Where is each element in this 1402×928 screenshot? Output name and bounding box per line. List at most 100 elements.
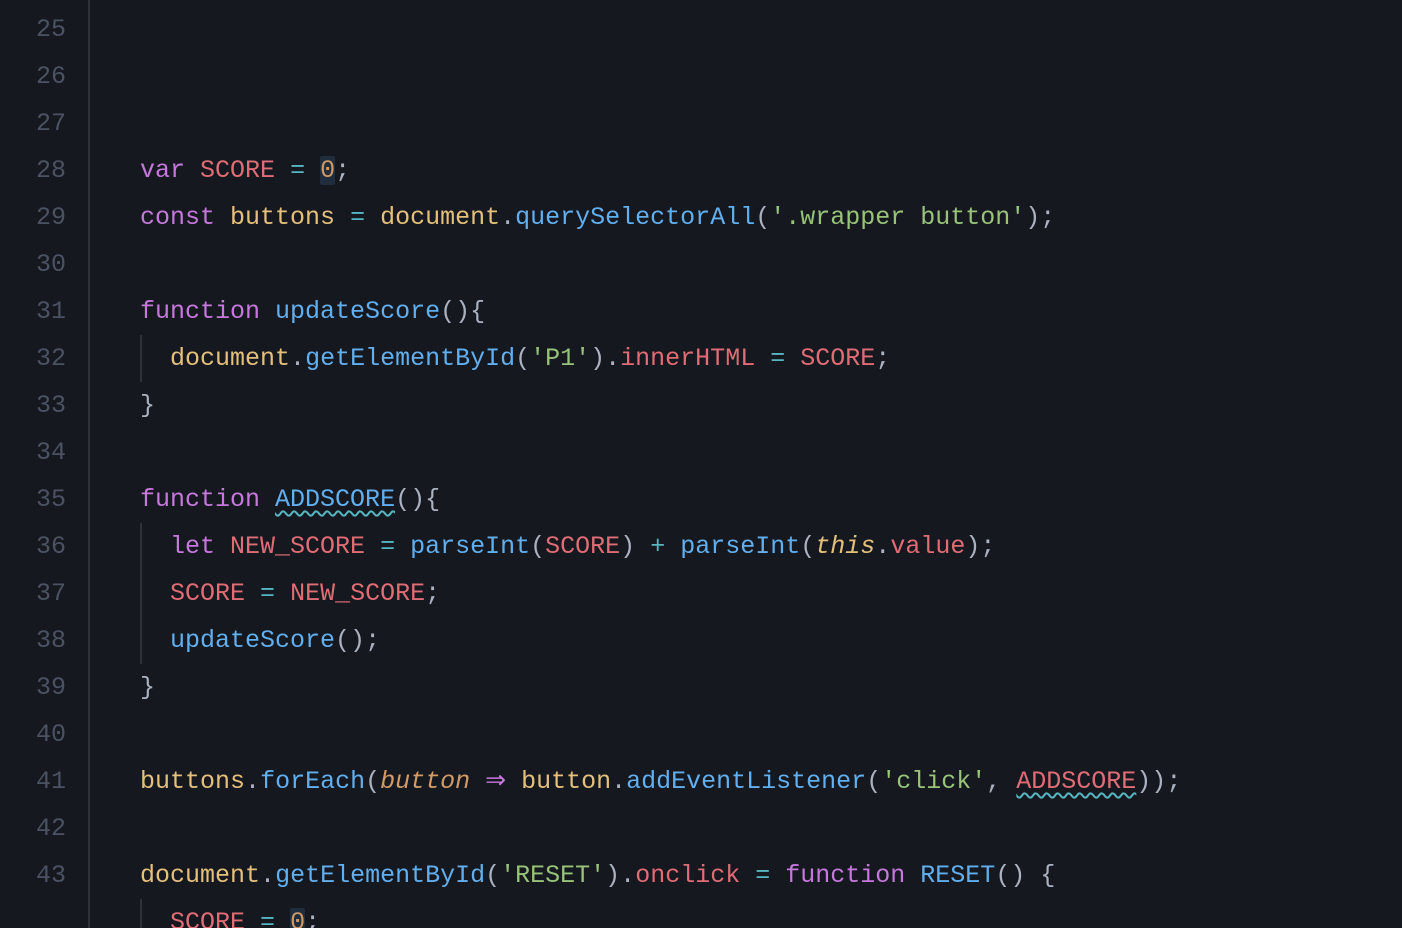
code-token: SCORE bbox=[200, 156, 275, 185]
code-line[interactable]: function ADDSCORE(){ bbox=[110, 476, 1402, 523]
indent-whitespace bbox=[110, 203, 140, 232]
code-token: ( bbox=[485, 861, 500, 890]
code-line[interactable]: const buttons = document.querySelectorAl… bbox=[110, 194, 1402, 241]
code-token: 0 bbox=[320, 156, 335, 185]
line-number-gutter: 25 26 27 28 29 30 31 32 33 34 35 36 37 3… bbox=[0, 0, 80, 928]
code-line[interactable]: SCORE = 0; bbox=[110, 899, 1402, 928]
indent-whitespace bbox=[110, 297, 140, 326]
line-number: 39 bbox=[0, 664, 66, 711]
code-token: ; bbox=[335, 156, 350, 185]
code-token bbox=[245, 579, 260, 608]
code-line[interactable]: } bbox=[110, 664, 1402, 711]
code-token: getElementById bbox=[305, 344, 515, 373]
code-line[interactable] bbox=[110, 805, 1402, 852]
code-token: 'RESET' bbox=[500, 861, 605, 890]
code-token: button bbox=[521, 767, 611, 796]
line-number: 26 bbox=[0, 53, 66, 100]
code-token: . bbox=[875, 532, 890, 561]
code-token: ; bbox=[425, 579, 440, 608]
code-token: 'P1' bbox=[530, 344, 590, 373]
code-token: 'click' bbox=[881, 767, 986, 796]
code-token: . bbox=[290, 344, 305, 373]
code-token: const bbox=[140, 203, 230, 232]
code-token: + bbox=[650, 532, 665, 561]
code-token bbox=[1025, 861, 1040, 890]
code-token: ; bbox=[980, 532, 995, 561]
code-token: forEach bbox=[260, 767, 365, 796]
code-token: function bbox=[140, 485, 275, 514]
code-token bbox=[395, 532, 410, 561]
code-line[interactable] bbox=[110, 429, 1402, 476]
code-token bbox=[245, 908, 260, 928]
code-line[interactable]: document.getElementById('P1').innerHTML … bbox=[110, 335, 1402, 382]
code-token: parseInt bbox=[410, 532, 530, 561]
code-token: { bbox=[1040, 861, 1055, 890]
indent-guide bbox=[140, 523, 142, 570]
code-token: SCORE bbox=[170, 908, 245, 928]
code-token: '.wrapper button' bbox=[770, 203, 1025, 232]
code-line[interactable]: let NEW_SCORE = parseInt(SCORE) + parseI… bbox=[110, 523, 1402, 570]
code-token: ADDSCORE bbox=[1016, 767, 1136, 796]
code-token: innerHTML bbox=[620, 344, 755, 373]
code-token bbox=[665, 532, 680, 561]
code-token: . bbox=[605, 344, 620, 373]
code-token: = bbox=[755, 861, 770, 890]
code-token bbox=[755, 344, 770, 373]
code-area[interactable]: var SCORE = 0; const buttons = document.… bbox=[110, 0, 1402, 928]
code-token: SCORE bbox=[170, 579, 245, 608]
code-line[interactable]: document.getElementById('RESET').onclick… bbox=[110, 852, 1402, 899]
code-line[interactable]: SCORE = NEW_SCORE; bbox=[110, 570, 1402, 617]
code-token: = bbox=[380, 532, 395, 561]
code-token: () bbox=[995, 861, 1025, 890]
code-token: document bbox=[140, 861, 260, 890]
code-token: ; bbox=[875, 344, 890, 373]
code-token: buttons bbox=[140, 767, 245, 796]
line-number: 38 bbox=[0, 617, 66, 664]
code-editor[interactable]: 25 26 27 28 29 30 31 32 33 34 35 36 37 3… bbox=[0, 0, 1402, 928]
code-token: } bbox=[140, 391, 155, 420]
code-line[interactable]: var SCORE = 0; bbox=[110, 147, 1402, 194]
code-token bbox=[365, 203, 380, 232]
code-token bbox=[1001, 767, 1016, 796]
code-token bbox=[740, 861, 755, 890]
code-token: onclick bbox=[635, 861, 740, 890]
code-token: querySelectorAll bbox=[515, 203, 755, 232]
code-line[interactable]: function updateScore(){ bbox=[110, 288, 1402, 335]
line-number: 33 bbox=[0, 382, 66, 429]
code-line[interactable] bbox=[110, 241, 1402, 288]
code-token: ADDSCORE bbox=[275, 485, 395, 514]
line-number: 27 bbox=[0, 100, 66, 147]
code-line[interactable]: updateScore(); bbox=[110, 617, 1402, 664]
code-token: document bbox=[380, 203, 500, 232]
code-token: ) bbox=[590, 344, 605, 373]
indent-whitespace bbox=[110, 767, 140, 796]
line-number: 25 bbox=[0, 6, 66, 53]
code-token: ( bbox=[866, 767, 881, 796]
code-token: ) bbox=[965, 532, 980, 561]
code-token: RESET bbox=[920, 861, 995, 890]
code-token: var bbox=[140, 156, 200, 185]
code-token: parseInt bbox=[680, 532, 800, 561]
code-token: ) bbox=[620, 532, 635, 561]
code-token: , bbox=[986, 767, 1001, 796]
code-line[interactable]: buttons.forEach(button ⇒ button.addEvent… bbox=[110, 758, 1402, 805]
code-line[interactable]: } bbox=[110, 382, 1402, 429]
code-token: . bbox=[245, 767, 260, 796]
code-token: . bbox=[620, 861, 635, 890]
code-token: = bbox=[260, 908, 275, 928]
vertical-guide bbox=[88, 0, 90, 928]
code-line[interactable] bbox=[110, 711, 1402, 758]
code-token bbox=[275, 579, 290, 608]
indent-whitespace bbox=[110, 673, 140, 702]
code-token: addEventListener bbox=[626, 767, 866, 796]
code-token: 0 bbox=[290, 908, 305, 928]
code-token: buttons bbox=[230, 203, 335, 232]
fold-ruler bbox=[80, 0, 110, 928]
code-token: ( bbox=[800, 532, 815, 561]
line-number: 35 bbox=[0, 476, 66, 523]
code-token: ) bbox=[1025, 203, 1040, 232]
code-token: updateScore bbox=[275, 297, 440, 326]
line-number: 43 bbox=[0, 852, 66, 899]
code-token: . bbox=[611, 767, 626, 796]
line-number: 32 bbox=[0, 335, 66, 382]
